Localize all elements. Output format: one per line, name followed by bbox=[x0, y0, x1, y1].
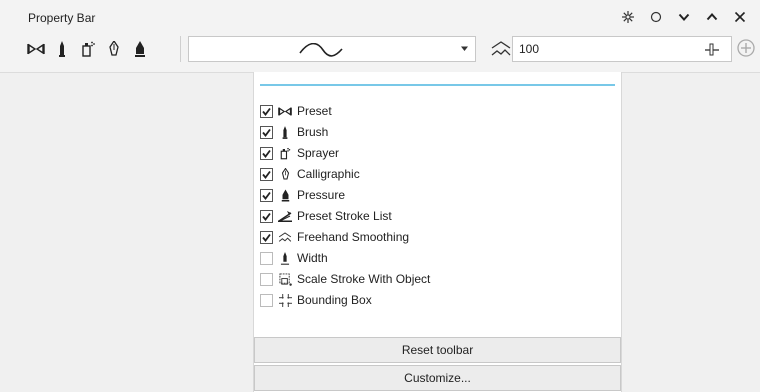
preset-icon bbox=[278, 104, 292, 118]
panel-item-label: Preset Stroke List bbox=[297, 209, 392, 223]
panel-item-label: Brush bbox=[297, 125, 329, 139]
smoothing-input[interactable]: 100 bbox=[512, 36, 732, 62]
panel-item-label: Width bbox=[297, 251, 328, 265]
panel-item-width[interactable]: Width bbox=[260, 248, 328, 268]
checkbox[interactable] bbox=[260, 104, 273, 118]
panel-item-brush[interactable]: Brush bbox=[260, 122, 328, 142]
pressure-icon bbox=[278, 188, 292, 202]
chevron-down-icon[interactable] bbox=[670, 7, 698, 27]
checkbox[interactable] bbox=[260, 167, 273, 181]
panel-item-preset[interactable]: Preset bbox=[260, 101, 332, 121]
calligraphic-icon bbox=[278, 167, 292, 181]
panel-item-label: Preset bbox=[297, 104, 332, 118]
checkbox[interactable] bbox=[260, 251, 273, 265]
panel-item-freehand-smoothing[interactable]: Freehand Smoothing bbox=[260, 227, 409, 247]
checkbox[interactable] bbox=[260, 293, 273, 307]
brush-icon bbox=[278, 125, 292, 139]
panel-accent-line bbox=[260, 84, 615, 86]
bar-title: Property Bar bbox=[28, 11, 96, 25]
panel-item-preset-stroke-list[interactable]: Preset Stroke List bbox=[260, 206, 392, 226]
smoothing-value: 100 bbox=[519, 42, 540, 56]
checkbox[interactable] bbox=[260, 146, 273, 160]
toolbar-divider bbox=[180, 36, 181, 62]
calligraphic-icon[interactable] bbox=[102, 38, 126, 60]
tool-group bbox=[24, 38, 152, 60]
panel-item-label: Scale Stroke With Object bbox=[297, 272, 431, 286]
preset-icon[interactable] bbox=[24, 38, 48, 60]
chevron-up-icon[interactable] bbox=[698, 7, 726, 27]
brush-icon[interactable] bbox=[50, 38, 74, 60]
toolbar-options-panel: Preset Brush Sprayer Calligraphic Pressure Pr… bbox=[253, 72, 622, 392]
reset-toolbar-button[interactable]: Reset toolbar bbox=[254, 337, 621, 363]
checkbox[interactable] bbox=[260, 188, 273, 202]
smoothing-icon bbox=[491, 39, 511, 59]
slider-icon[interactable] bbox=[705, 42, 719, 56]
settings-icon[interactable] bbox=[614, 7, 642, 27]
checkbox[interactable] bbox=[260, 125, 273, 139]
panel-item-scale-stroke-with-object[interactable]: Scale Stroke With Object bbox=[260, 269, 430, 289]
panel-item-sprayer[interactable]: Sprayer bbox=[260, 143, 339, 163]
wave-stroke-preview bbox=[299, 43, 343, 57]
smoothing-icon bbox=[278, 230, 292, 244]
bounding-box-icon bbox=[278, 293, 292, 307]
stroke-list-dropdown[interactable] bbox=[188, 36, 476, 62]
sprayer-icon bbox=[278, 146, 292, 160]
add-icon[interactable] bbox=[736, 38, 756, 58]
width-icon bbox=[278, 251, 292, 265]
panel-item-label: Bounding Box bbox=[297, 293, 372, 307]
panel-item-label: Pressure bbox=[297, 188, 346, 202]
window-controls bbox=[614, 7, 754, 27]
property-bar: Property Bar 100 bbox=[0, 0, 760, 73]
checkbox[interactable] bbox=[260, 272, 273, 286]
stroke-list-icon bbox=[278, 209, 292, 223]
circle-icon[interactable] bbox=[642, 7, 670, 27]
panel-item-pressure[interactable]: Pressure bbox=[260, 185, 345, 205]
checkbox[interactable] bbox=[260, 209, 273, 223]
panel-item-label: Freehand Smoothing bbox=[297, 230, 410, 244]
panel-item-label: Calligraphic bbox=[297, 167, 360, 181]
panel-item-calligraphic[interactable]: Calligraphic bbox=[260, 164, 360, 184]
scale-stroke-icon bbox=[278, 272, 292, 286]
close-icon[interactable] bbox=[726, 7, 754, 27]
pressure-icon[interactable] bbox=[128, 38, 152, 60]
customize-button[interactable]: Customize... bbox=[254, 365, 621, 391]
dropdown-arrow-icon[interactable] bbox=[460, 44, 469, 53]
panel-item-label: Sprayer bbox=[297, 146, 340, 160]
panel-item-bounding-box[interactable]: Bounding Box bbox=[260, 290, 372, 310]
checkbox[interactable] bbox=[260, 230, 273, 244]
sprayer-icon[interactable] bbox=[76, 38, 100, 60]
